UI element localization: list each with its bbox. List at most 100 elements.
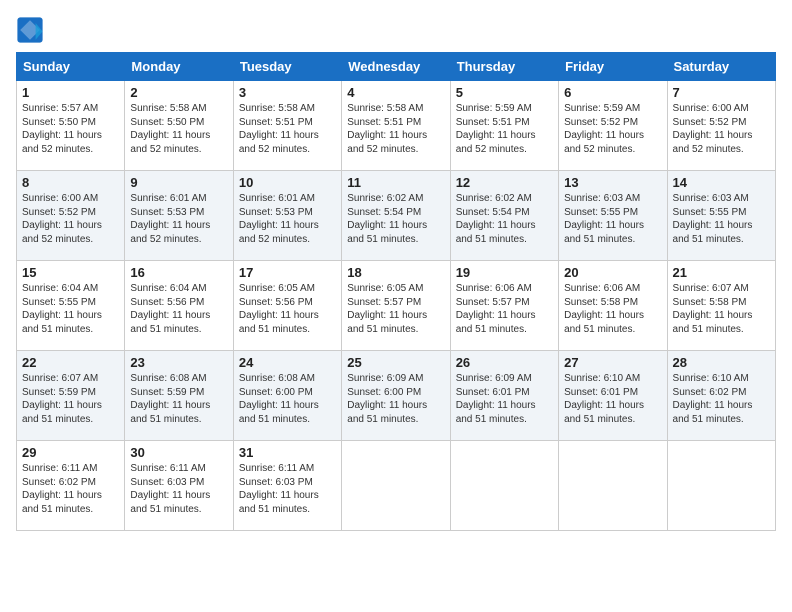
calendar-cell [342,441,450,531]
day-info: Sunrise: 6:00 AMSunset: 5:52 PMDaylight:… [673,102,770,156]
calendar-week-row: 29 Sunrise: 6:11 AMSunset: 6:02 PMDayligh… [17,441,776,531]
day-info: Sunrise: 6:02 AMSunset: 5:54 PMDaylight:… [456,192,553,246]
day-info: Sunrise: 6:10 AMSunset: 6:02 PMDaylight:… [673,372,770,426]
calendar-cell: 21 Sunrise: 6:07 AMSunset: 5:58 PMDayligh… [667,261,775,351]
day-number: 4 [347,85,444,100]
calendar-cell: 24 Sunrise: 6:08 AMSunset: 6:00 PMDayligh… [233,351,341,441]
calendar-cell [450,441,558,531]
day-number: 7 [673,85,770,100]
calendar-cell: 30 Sunrise: 6:11 AMSunset: 6:03 PMDayligh… [125,441,233,531]
calendar-cell: 6Sunrise: 5:59 AMSunset: 5:52 PMDaylight… [559,81,667,171]
calendar-cell: 26 Sunrise: 6:09 AMSunset: 6:01 PMDayligh… [450,351,558,441]
calendar-cell: 16 Sunrise: 6:04 AMSunset: 5:56 PMDayligh… [125,261,233,351]
calendar-cell: 7 Sunrise: 6:00 AMSunset: 5:52 PMDaylight… [667,81,775,171]
day-info: Sunrise: 6:07 AMSunset: 5:58 PMDaylight:… [673,282,770,336]
calendar-cell: 9 Sunrise: 6:01 AMSunset: 5:53 PMDaylight… [125,171,233,261]
calendar-cell: 22 Sunrise: 6:07 AMSunset: 5:59 PMDayligh… [17,351,125,441]
day-info: Sunrise: 6:10 AMSunset: 6:01 PMDaylight:… [564,372,661,426]
day-info: Sunrise: 6:02 AMSunset: 5:54 PMDaylight:… [347,192,444,246]
calendar-week-row: 8Sunrise: 6:00 AMSunset: 5:52 PMDaylight… [17,171,776,261]
day-info: Sunrise: 6:04 AMSunset: 5:56 PMDaylight:… [130,282,227,336]
day-number: 9 [130,175,227,190]
day-number: 17 [239,265,336,280]
day-number: 22 [22,355,119,370]
calendar-week-row: 1 Sunrise: 5:57 AMSunset: 5:50 PMDaylight… [17,81,776,171]
calendar-cell: 10 Sunrise: 6:01 AMSunset: 5:53 PMDayligh… [233,171,341,261]
day-of-week-header: Sunday [17,53,125,81]
day-info: Sunrise: 5:58 AMSunset: 5:50 PMDaylight:… [130,102,227,156]
calendar-cell: 4 Sunrise: 5:58 AMSunset: 5:51 PMDaylight… [342,81,450,171]
day-number: 23 [130,355,227,370]
calendar-cell: 8Sunrise: 6:00 AMSunset: 5:52 PMDaylight… [17,171,125,261]
calendar-cell: 28Sunrise: 6:10 AMSunset: 6:02 PMDayligh… [667,351,775,441]
day-of-week-header: Saturday [667,53,775,81]
day-number: 27 [564,355,661,370]
day-info: Sunrise: 6:01 AMSunset: 5:53 PMDaylight:… [239,192,336,246]
day-info: Sunrise: 6:00 AMSunset: 5:52 PMDaylight:… [22,192,119,246]
day-number: 2 [130,85,227,100]
day-info: Sunrise: 6:07 AMSunset: 5:59 PMDaylight:… [22,372,119,426]
day-info: Sunrise: 6:08 AMSunset: 6:00 PMDaylight:… [239,372,336,426]
day-number: 21 [673,265,770,280]
day-number: 24 [239,355,336,370]
day-number: 29 [22,445,119,460]
day-info: Sunrise: 6:01 AMSunset: 5:53 PMDaylight:… [130,192,227,246]
day-number: 18 [347,265,444,280]
day-of-week-header: Friday [559,53,667,81]
day-info: Sunrise: 6:11 AMSunset: 6:02 PMDaylight:… [22,462,119,516]
day-number: 19 [456,265,553,280]
day-of-week-header: Tuesday [233,53,341,81]
day-info: Sunrise: 5:57 AMSunset: 5:50 PMDaylight:… [22,102,119,156]
day-number: 12 [456,175,553,190]
calendar-cell: 17Sunrise: 6:05 AMSunset: 5:56 PMDayligh… [233,261,341,351]
calendar-cell: 14Sunrise: 6:03 AMSunset: 5:55 PMDayligh… [667,171,775,261]
day-number: 13 [564,175,661,190]
calendar-cell: 29 Sunrise: 6:11 AMSunset: 6:02 PMDayligh… [17,441,125,531]
day-info: Sunrise: 6:06 AMSunset: 5:58 PMDaylight:… [564,282,661,336]
day-info: Sunrise: 5:58 AMSunset: 5:51 PMDaylight:… [239,102,336,156]
calendar-week-row: 22 Sunrise: 6:07 AMSunset: 5:59 PMDayligh… [17,351,776,441]
calendar-cell [667,441,775,531]
day-number: 31 [239,445,336,460]
day-number: 10 [239,175,336,190]
day-number: 6 [564,85,661,100]
logo [16,16,46,44]
day-info: Sunrise: 6:09 AMSunset: 6:01 PMDaylight:… [456,372,553,426]
calendar-table: SundayMondayTuesdayWednesdayThursdayFrid… [16,52,776,531]
calendar-cell: 25 Sunrise: 6:09 AMSunset: 6:00 PMDayligh… [342,351,450,441]
day-info: Sunrise: 6:11 AMSunset: 6:03 PMDaylight:… [130,462,227,516]
day-info: Sunrise: 6:08 AMSunset: 5:59 PMDaylight:… [130,372,227,426]
day-number: 16 [130,265,227,280]
page-header [16,16,776,44]
calendar-cell: 2 Sunrise: 5:58 AMSunset: 5:50 PMDaylight… [125,81,233,171]
day-of-week-header: Wednesday [342,53,450,81]
day-number: 26 [456,355,553,370]
calendar-cell: 3 Sunrise: 5:58 AMSunset: 5:51 PMDaylight… [233,81,341,171]
calendar-cell: 18 Sunrise: 6:05 AMSunset: 5:57 PMDayligh… [342,261,450,351]
day-of-week-header: Thursday [450,53,558,81]
calendar-cell: 13 Sunrise: 6:03 AMSunset: 5:55 PMDayligh… [559,171,667,261]
day-info: Sunrise: 5:58 AMSunset: 5:51 PMDaylight:… [347,102,444,156]
day-of-week-header: Monday [125,53,233,81]
calendar-cell: 11Sunrise: 6:02 AMSunset: 5:54 PMDayligh… [342,171,450,261]
day-info: Sunrise: 5:59 AMSunset: 5:51 PMDaylight:… [456,102,553,156]
day-number: 30 [130,445,227,460]
calendar-week-row: 15Sunrise: 6:04 AMSunset: 5:55 PMDayligh… [17,261,776,351]
day-info: Sunrise: 6:06 AMSunset: 5:57 PMDaylight:… [456,282,553,336]
calendar-cell: 20 Sunrise: 6:06 AMSunset: 5:58 PMDayligh… [559,261,667,351]
day-number: 5 [456,85,553,100]
calendar-cell: 31Sunrise: 6:11 AMSunset: 6:03 PMDayligh… [233,441,341,531]
calendar-body: 1 Sunrise: 5:57 AMSunset: 5:50 PMDaylight… [17,81,776,531]
day-number: 15 [22,265,119,280]
day-number: 3 [239,85,336,100]
day-number: 1 [22,85,119,100]
day-info: Sunrise: 6:03 AMSunset: 5:55 PMDaylight:… [564,192,661,246]
day-info: Sunrise: 6:03 AMSunset: 5:55 PMDaylight:… [673,192,770,246]
logo-icon [16,16,44,44]
day-info: Sunrise: 6:09 AMSunset: 6:00 PMDaylight:… [347,372,444,426]
day-number: 20 [564,265,661,280]
day-number: 25 [347,355,444,370]
day-info: Sunrise: 6:05 AMSunset: 5:57 PMDaylight:… [347,282,444,336]
calendar-cell: 12 Sunrise: 6:02 AMSunset: 5:54 PMDayligh… [450,171,558,261]
calendar-cell [559,441,667,531]
